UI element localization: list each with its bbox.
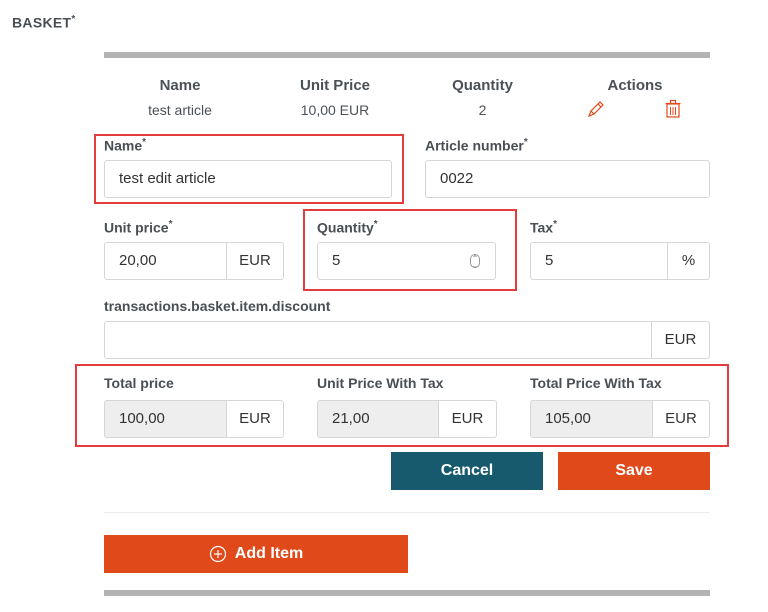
name-input[interactable]: test edit article — [104, 160, 392, 198]
top-divider — [104, 52, 710, 58]
discount-currency: EUR — [652, 321, 710, 359]
name-label: Name* — [104, 137, 147, 154]
article-number-label: Article number* — [425, 137, 528, 154]
unit-price-label: Unit price* — [104, 219, 173, 236]
total-price-with-tax-currency: EUR — [653, 400, 710, 438]
quantity-stepper[interactable]: ⌃ ⌄ — [470, 254, 480, 270]
unit-price-currency: EUR — [227, 242, 284, 280]
item-quantity-cell: 2 — [478, 102, 487, 118]
page-title: BASKET* — [12, 14, 76, 31]
column-header-unit-price: Unit Price — [299, 77, 371, 94]
unit-price-with-tax-label: Unit Price With Tax — [317, 375, 444, 391]
item-unit-price-cell: 10,00 EUR — [300, 102, 370, 118]
bottom-divider — [104, 590, 710, 596]
add-item-button[interactable]: Add Item — [104, 535, 408, 573]
cancel-button[interactable]: Cancel — [391, 452, 543, 490]
tax-input[interactable]: 5 — [530, 242, 668, 280]
column-header-quantity: Quantity — [452, 77, 513, 94]
total-price-with-tax-input: 105,00 — [530, 400, 653, 438]
total-price-label: Total price — [104, 375, 174, 391]
unit-price-input[interactable]: 20,00 — [104, 242, 227, 280]
trash-icon[interactable] — [664, 99, 682, 119]
unit-price-with-tax-input: 21,00 — [317, 400, 439, 438]
plus-circle-icon — [209, 545, 226, 563]
article-number-input[interactable]: 0022 — [425, 160, 710, 198]
add-item-label: Add Item — [234, 545, 304, 562]
discount-input[interactable] — [104, 321, 652, 359]
discount-label: transactions.basket.item.discount — [104, 298, 331, 314]
save-button[interactable]: Save — [558, 452, 710, 490]
tax-label: Tax* — [530, 219, 557, 236]
column-header-name: Name — [159, 77, 201, 94]
section-divider — [104, 512, 710, 513]
total-price-currency: EUR — [227, 400, 284, 438]
tax-percent-unit: % — [668, 242, 710, 280]
item-name-cell: test article — [148, 102, 212, 118]
column-header-actions: Actions — [607, 77, 663, 94]
pencil-icon[interactable] — [586, 99, 606, 119]
total-price-with-tax-label: Total Price With Tax — [530, 375, 662, 391]
quantity-label: Quantity* — [317, 219, 378, 236]
total-price-input: 100,00 — [104, 400, 227, 438]
unit-price-with-tax-currency: EUR — [439, 400, 497, 438]
